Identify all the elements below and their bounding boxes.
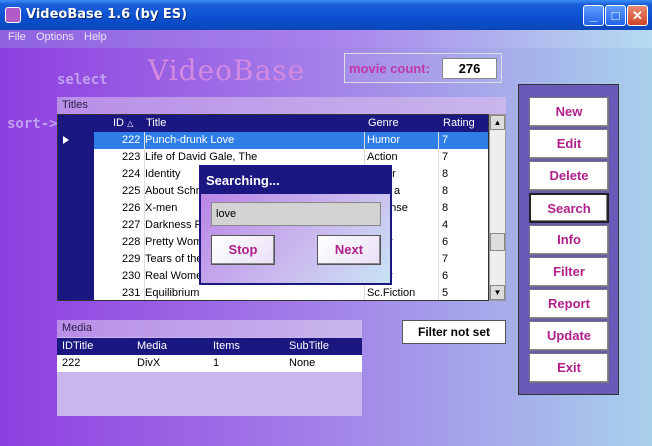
window-title: VideoBase 1.6 (by ES): [26, 7, 188, 22]
titles-grid-header: ID △ Title Genre Rating: [58, 115, 488, 132]
table-row[interactable]: 222 Punch-drunk Love Humor 7: [94, 132, 488, 149]
sort-label: sort->: [7, 116, 58, 132]
media-panel: Media IDTitle Media Items SubTitle 222 D…: [57, 320, 362, 416]
media-grid-header: IDTitle Media Items SubTitle: [57, 338, 362, 355]
col-id[interactable]: ID △: [113, 117, 133, 129]
column-divider: [438, 132, 439, 300]
filter-button[interactable]: Filter: [529, 257, 609, 287]
update-button[interactable]: Update: [529, 321, 609, 351]
menu-file[interactable]: File: [8, 31, 26, 43]
sort-asc-icon: △: [127, 119, 134, 128]
exit-button[interactable]: Exit: [529, 353, 609, 383]
search-dialog-title: Searching...: [201, 167, 390, 194]
stop-button[interactable]: Stop: [211, 235, 275, 265]
delete-button[interactable]: Delete: [529, 161, 609, 191]
col-media[interactable]: Media: [137, 340, 167, 352]
table-row[interactable]: 231 Equilibrium Sc.Fiction 5: [94, 285, 488, 300]
scroll-down-icon[interactable]: ▼: [490, 285, 505, 300]
title-bar: VideoBase 1.6 (by ES) _ □ ✕: [0, 0, 652, 30]
minimize-button[interactable]: _: [583, 5, 604, 26]
maximize-button[interactable]: □: [605, 5, 626, 26]
action-button-panel: New Edit Delete Search Info Filter Repor…: [518, 84, 619, 395]
search-dialog: Searching... love Stop Next: [199, 165, 392, 285]
movie-count-value: 276: [442, 58, 497, 79]
new-button[interactable]: New: [529, 97, 609, 127]
select-label: select: [57, 72, 108, 88]
titles-scrollbar[interactable]: ▲ ▼: [489, 114, 506, 301]
menu-help[interactable]: Help: [84, 31, 107, 43]
movie-count-label: movie count:: [349, 61, 430, 76]
scroll-thumb[interactable]: [490, 233, 505, 251]
col-idtitle[interactable]: IDTitle: [62, 340, 93, 352]
scroll-up-icon[interactable]: ▲: [490, 115, 505, 130]
menu-bar: File Options Help: [0, 30, 652, 48]
menu-options[interactable]: Options: [36, 31, 74, 43]
col-rating[interactable]: Rating: [443, 117, 475, 129]
close-button[interactable]: ✕: [627, 5, 648, 26]
media-row[interactable]: 222 DivX 1 None: [57, 355, 362, 372]
app-logo: VideoBase: [148, 54, 306, 87]
search-input[interactable]: love: [211, 202, 381, 226]
info-button[interactable]: Info: [529, 225, 609, 255]
col-items[interactable]: Items: [213, 340, 240, 352]
column-divider: [144, 132, 145, 300]
current-row-arrow-icon: [63, 136, 69, 144]
app-icon: [5, 7, 21, 23]
search-button[interactable]: Search: [529, 193, 609, 223]
report-button[interactable]: Report: [529, 289, 609, 319]
row-indicator-column: [58, 132, 94, 300]
next-button[interactable]: Next: [317, 235, 381, 265]
col-genre[interactable]: Genre: [368, 117, 399, 129]
movie-count-box: movie count: 276: [344, 53, 502, 83]
titles-header: Titles: [57, 97, 506, 114]
filter-status: Filter not set: [402, 320, 506, 344]
edit-button[interactable]: Edit: [529, 129, 609, 159]
media-header: Media: [57, 320, 362, 337]
table-row[interactable]: 223 Life of David Gale, The Action 7: [94, 149, 488, 166]
col-title[interactable]: Title: [146, 117, 166, 129]
col-subtitle[interactable]: SubTitle: [289, 340, 329, 352]
